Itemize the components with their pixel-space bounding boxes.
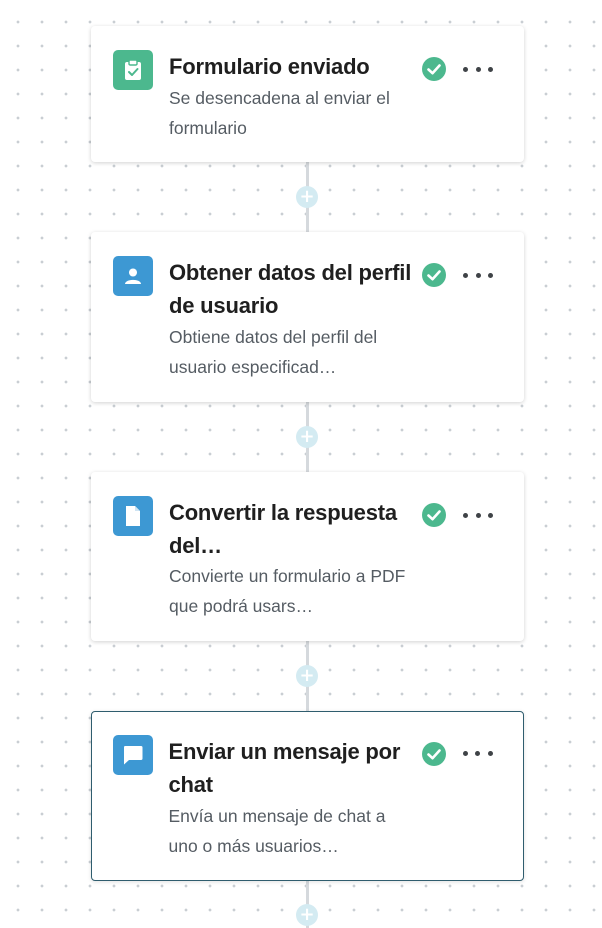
document-icon (113, 496, 153, 536)
add-step-button[interactable]: + (296, 904, 318, 926)
workflow-step-card[interactable]: Formulario enviado Se desencadena al env… (91, 26, 524, 162)
workflow-step-card[interactable]: Convertir la respuesta del… Convierte un… (91, 472, 524, 641)
add-step-button[interactable]: + (296, 426, 318, 448)
step-title: Formulario enviado (169, 54, 370, 79)
workflow-step-card[interactable]: Obtener datos del perfil de usuario Obti… (91, 232, 524, 402)
more-options-button[interactable] (463, 270, 493, 280)
workflow-step-card-selected[interactable]: Enviar un mensaje por chat Envía un mens… (91, 711, 524, 881)
more-options-button[interactable] (463, 510, 493, 520)
user-profile-icon (113, 256, 153, 296)
form-submitted-icon (113, 50, 153, 90)
add-step-button[interactable]: + (296, 665, 318, 687)
add-step-button[interactable]: + (296, 186, 318, 208)
more-options-button[interactable] (463, 64, 493, 74)
step-title: Obtener datos del perfil de usuario (169, 260, 412, 318)
step-description: Obtiene datos del perfil del usuario esp… (169, 327, 378, 377)
check-circle-icon (422, 57, 446, 81)
check-circle-icon (422, 263, 446, 287)
step-title: Convertir la respuesta del… (169, 500, 397, 558)
check-circle-icon (421, 741, 446, 766)
more-options-button[interactable] (462, 749, 493, 759)
check-circle-icon (422, 503, 446, 527)
step-description: Envía un mensaje de chat a uno o más usu… (168, 805, 386, 856)
step-description: Se desencadena al enviar el formulario (169, 88, 390, 138)
step-title: Enviar un mensaje por chat (168, 738, 401, 797)
step-description: Convierte un formulario a PDF que podrá … (169, 566, 406, 616)
chat-message-icon (112, 734, 153, 775)
